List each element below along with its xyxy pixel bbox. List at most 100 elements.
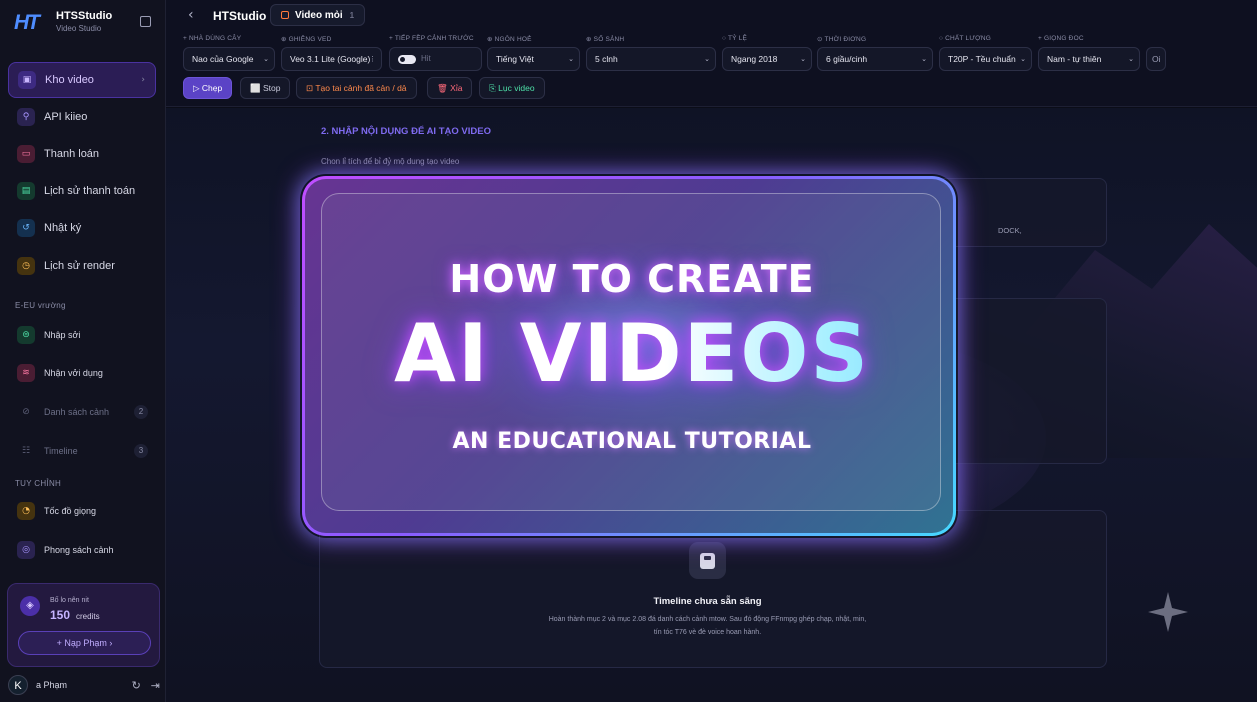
select-value: 5 clnh <box>595 54 618 64</box>
sidebar-item-voice-speed[interactable]: ◔ Tốc đồ giọng <box>8 493 156 529</box>
credits-card: ◈ Bố lo nên nit 150 credits + Nạp Phạm › <box>7 583 160 667</box>
toolbar: ‹ HTStudio Video mỏi 1 + NHÀ DÙNG CÂY Na… <box>166 0 1257 107</box>
film-icon: ▣ <box>18 71 36 89</box>
speed-icon: ◔ <box>17 502 35 520</box>
render-icon: ◷ <box>17 257 35 275</box>
chevron-down-icon: ⌄ <box>921 55 927 63</box>
sidebar-item-label: Tốc đồ giọng <box>44 506 97 516</box>
sidebar-item-label: Nhập sởi <box>44 330 81 340</box>
generate-button[interactable]: ▷ Chẹp <box>183 77 233 99</box>
voice-select[interactable]: Nam - tự thiên ⌄ <box>1038 47 1140 71</box>
sidebar-item-scenes-input[interactable]: ≋ Nhận vởi dụng <box>8 355 156 391</box>
select-value: Nam - tự thiên <box>1047 54 1102 64</box>
model-select[interactable]: Veo 3.1 Lite (Google) ⋮ <box>281 47 382 71</box>
chevron-down-icon: ⌄ <box>800 55 806 63</box>
count-badge: 3 <box>134 444 148 458</box>
brand-subtitle: Video Studio <box>56 24 102 33</box>
sidebar-item-scene-style[interactable]: ◎ Phong sách cảnh <box>8 532 156 568</box>
stop-button[interactable]: ⬜ Stop <box>240 77 291 99</box>
sidebar-item-import[interactable]: ⊜ Nhập sởi <box>8 317 156 353</box>
select-value: Veo 3.1 Lite (Google) <box>290 54 371 64</box>
credits-unit: credits <box>76 612 100 621</box>
extra-button[interactable]: Oi <box>1146 47 1166 71</box>
sidebar-item-label: Thanh loán <box>44 148 100 160</box>
sidebar-item-label: Lịch sử thanh toán <box>44 185 136 197</box>
language-label: ⊕ NGÔN HOẺ <box>487 36 532 43</box>
provider-select[interactable]: Nao của Google ⌄ <box>183 47 275 71</box>
sidebar-item-label: Phong sách cảnh <box>44 545 114 555</box>
sidebar-item-scene-list[interactable]: ⊘ Danh sách cảnh 2 <box>8 394 156 430</box>
select-value: T20P - Tều chuẩn <box>948 54 1016 64</box>
sidebar-item-log[interactable]: ↺ Nhật ký <box>8 210 156 246</box>
brand-name: HTSStudio <box>56 10 113 22</box>
card-icon: ▭ <box>17 145 35 163</box>
chevron-right-icon: › <box>141 75 145 85</box>
back-icon[interactable]: ‹ <box>188 7 194 23</box>
list-icon: ⊘ <box>22 407 30 417</box>
sidebar-item-payment[interactable]: ▭ Thanh loán <box>8 136 156 172</box>
coin-icon: ◈ <box>20 596 40 616</box>
brand[interactable]: HT HTSStudio Video Studio <box>14 10 113 34</box>
thumbnail-overlay: HOW TO CREATE AI VIDEOS AN EDUCATIONAL T… <box>302 176 956 536</box>
sidebar-item-label: Lịch sử render <box>44 260 115 272</box>
continue-toggle[interactable] <box>398 55 416 64</box>
user-name: a Phạm <box>36 680 68 690</box>
app-window: HT HTSStudio Video Studio ▣ Kho video › … <box>0 0 1257 702</box>
tab-count: 1 <box>349 10 355 20</box>
continue-label: + TIẾP FỀP CẢNH TRƯỚC <box>389 35 474 42</box>
select-value: Nao của Google <box>192 54 254 64</box>
chevron-down-icon: ⌄ <box>704 55 710 63</box>
model-label: ⊕ GHIÊNG VED <box>281 36 332 43</box>
sidebar-section-label: E-EU vrường <box>15 301 66 310</box>
timeline-description: Hoàn thành mục 2 và mục 2.08 đá danh các… <box>548 616 867 636</box>
sidebar-item-timeline[interactable]: ☷ Timeline 3 <box>8 433 156 469</box>
provider-label: + NHÀ DÙNG CÂY <box>183 35 242 42</box>
duration-select[interactable]: 6 giầu/cinh ⌄ <box>817 47 933 71</box>
user-row: K a Phạm ↻ ⇥ <box>8 674 160 696</box>
language-select[interactable]: Tiếng Việt ⌄ <box>487 47 580 71</box>
overlay-title: AI VIDEOS <box>305 307 953 400</box>
continue-toggle-field[interactable]: Hit <box>389 47 482 71</box>
timeline-title: Timeline chưa sẵn sãng <box>653 596 762 607</box>
save-icon <box>689 542 726 579</box>
recreate-scenes-button[interactable]: ⊡ Tạo tai cảnh đã cản / dả <box>296 77 417 99</box>
scene-count-label: ⊕ SỐ SẢNH <box>586 36 625 43</box>
sidebar-collapse-icon[interactable] <box>140 16 151 27</box>
scene-icon: ≋ <box>17 364 35 382</box>
sparkle-icon <box>1148 592 1188 632</box>
credits-label: Bố lo nên nit <box>50 597 89 604</box>
chevron-down-icon: ⌄ <box>263 55 269 63</box>
avatar[interactable]: K <box>8 675 28 695</box>
select-value: Ngang 2018 <box>731 54 778 64</box>
sidebar-item-label: Nhật ký <box>44 222 82 234</box>
tab-label: Video mỏi <box>295 9 343 21</box>
tab-video[interactable]: Video mỏi 1 <box>270 4 366 26</box>
section-description: Chon lỉ tích để bỉ đỷ mộ dung tạo video <box>321 157 460 166</box>
panel-hint: DOCK, <box>998 226 1022 235</box>
page-title: HTStudio <box>213 9 267 23</box>
scene-count-select[interactable]: 5 clnh ⌄ <box>586 47 716 71</box>
chevron-down-icon: ⌄ <box>1128 55 1134 63</box>
sidebar-item-kho-video[interactable]: ▣ Kho video › <box>8 62 156 98</box>
ratio-select[interactable]: Ngang 2018 ⌄ <box>722 47 812 71</box>
sidebar-item-payment-history[interactable]: ▤ Lịch sử thanh toán <box>8 173 156 209</box>
history-icon: ↺ <box>17 219 35 237</box>
save-video-button[interactable]: ⎘ Lục video <box>479 77 545 99</box>
chevron-down-icon: ⌄ <box>1020 55 1026 63</box>
delete-button[interactable]: 🗑 Xỉa <box>427 77 473 99</box>
sidebar-item-render-history[interactable]: ◷ Lịch sử render <box>8 248 156 284</box>
topup-button[interactable]: + Nạp Phạm › <box>18 631 151 655</box>
overlay-headline: HOW TO CREATE <box>449 257 815 301</box>
refresh-icon[interactable]: ↻ <box>132 679 141 692</box>
style-icon: ◎ <box>17 541 35 559</box>
sidebar-item-label: Danh sách cảnh <box>44 407 110 417</box>
quality-select[interactable]: T20P - Tều chuẩn ⌄ <box>939 47 1032 71</box>
sidebar-item-api[interactable]: ⚲ API kiieo <box>8 99 156 135</box>
overlay-subtitle: AN EDUCATIONAL TUTORIAL <box>452 429 812 454</box>
select-value: Tiếng Việt <box>496 54 534 64</box>
voice-label: + GIỌNG ĐOC <box>1038 35 1084 42</box>
logout-icon[interactable]: ⇥ <box>151 679 160 692</box>
timeline-icon: ☷ <box>21 446 31 456</box>
credits-value: 150 <box>50 608 71 622</box>
sidebar-item-label: Nhận vởi dụng <box>44 368 103 378</box>
